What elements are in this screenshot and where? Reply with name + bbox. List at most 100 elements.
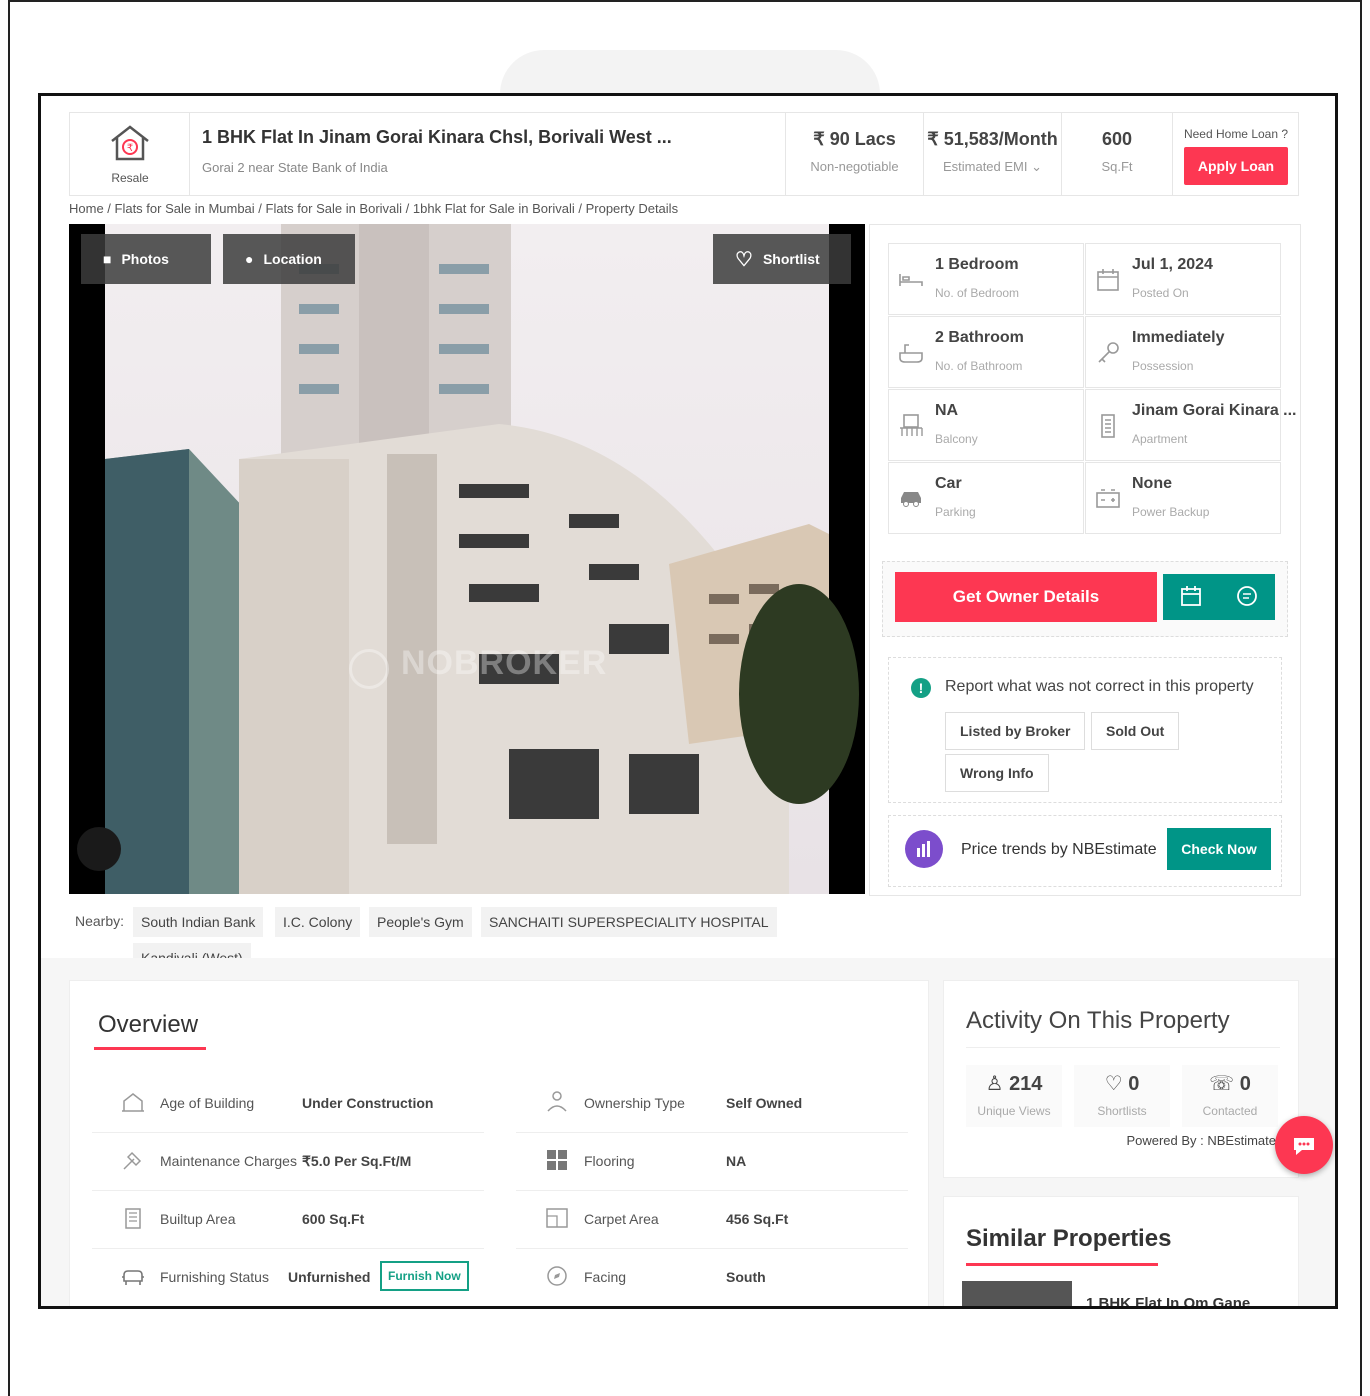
overview-key: Facing xyxy=(584,1269,627,1285)
emi-cell[interactable]: ₹ 51,583/Month Estimated EMI ⌄ xyxy=(924,113,1062,195)
detail-posted: Jul 1, 2024 Posted On xyxy=(1085,243,1281,315)
battery-icon xyxy=(1096,489,1120,508)
bed-icon xyxy=(899,274,923,286)
nearby-chip[interactable]: People's Gym xyxy=(369,907,472,937)
sofa-icon xyxy=(122,1270,144,1285)
heart-icon: ♡ xyxy=(1104,1073,1123,1095)
key-icon xyxy=(1098,342,1119,363)
emi-note-label: Estimated EMI xyxy=(942,159,1028,174)
overview-value: South xyxy=(726,1269,766,1285)
photos-label: Photos xyxy=(121,251,169,267)
overview-value: Unfurnished xyxy=(288,1269,371,1285)
calendar-icon xyxy=(1097,269,1119,291)
contact-actions: Get Owner Details xyxy=(882,561,1288,637)
chevron-down-icon: ⌄ xyxy=(1031,159,1043,174)
chat-icon xyxy=(1237,585,1257,606)
bathroom-value: 2 Bathroom xyxy=(935,329,1024,346)
property-photo[interactable]: NOBROKER ■ Photos ● Location ♡ Shortlist xyxy=(69,224,865,894)
shortlist-button[interactable]: ♡ Shortlist xyxy=(713,234,851,284)
schedule-visit-button[interactable] xyxy=(1163,574,1219,620)
overview-value: Under Construction xyxy=(302,1095,434,1111)
chat-button[interactable] xyxy=(1219,574,1275,620)
overview-key: Maintenance Charges xyxy=(160,1153,297,1169)
building-icon xyxy=(1101,414,1115,438)
similar-title: Similar Properties xyxy=(966,1225,1172,1252)
location-label: Location xyxy=(263,251,322,267)
shortlist-label: Shortlist xyxy=(762,251,820,267)
overview-value: NA xyxy=(726,1153,747,1169)
overview-value: ₹5.0 Per Sq.Ft/M xyxy=(302,1153,412,1169)
power-backup-value: None xyxy=(1132,475,1172,492)
chat-bubble-icon xyxy=(1294,1138,1314,1155)
overview-row: Ownership Type Self Owned xyxy=(516,1075,908,1133)
overview-row: Maintenance Charges ₹5.0 Per Sq.Ft/M xyxy=(92,1133,484,1191)
activity-divider xyxy=(966,1047,1280,1048)
report-wrong-info[interactable]: Wrong Info xyxy=(945,754,1049,792)
report-title: Report what was not correct in this prop… xyxy=(945,678,1254,695)
price-cell: ₹ 90 Lacs Non-negotiable xyxy=(786,113,924,195)
overview-key: Furnishing Status xyxy=(160,1269,269,1285)
check-now-button[interactable]: Check Now xyxy=(1167,828,1271,870)
similar-thumbnail[interactable] xyxy=(962,1281,1072,1306)
emi-value: ₹ 51,583/Month xyxy=(927,129,1058,149)
possession-value: Immediately xyxy=(1132,329,1225,346)
bedroom-label: No. of Bedroom xyxy=(935,286,1020,300)
nearby-label: Nearby: xyxy=(75,913,125,929)
owner-icon xyxy=(547,1091,567,1112)
nearby-chip[interactable]: I.C. Colony xyxy=(275,907,361,937)
area-unit: Sq.Ft xyxy=(1101,159,1133,174)
detail-bathroom: 2 Bathroom No. of Bathroom xyxy=(888,316,1084,388)
breadcrumb[interactable]: Home / Flats for Sale in Mumbai / Flats … xyxy=(69,201,678,216)
similar-properties-section: Similar Properties 1 BHK Flat In Om Gane xyxy=(943,1196,1299,1306)
report-listed-by-broker[interactable]: Listed by Broker xyxy=(945,712,1086,750)
balcony-label: Balcony xyxy=(935,432,978,446)
area-cell: 600 Sq.Ft xyxy=(1062,113,1173,195)
get-owner-details-button[interactable]: Get Owner Details xyxy=(895,572,1157,622)
stat-unique-views: ♙ 214 Unique Views xyxy=(966,1065,1062,1127)
price-trends-text: Price trends by NBEstimate xyxy=(961,841,1157,858)
location-button[interactable]: ● Location xyxy=(223,234,355,284)
compass-icon xyxy=(547,1266,567,1286)
overview-value: 600 Sq.Ft xyxy=(302,1211,365,1227)
nbestimate-chart-icon xyxy=(905,830,943,868)
activity-title: Activity On This Property xyxy=(966,1007,1230,1034)
parking-label: Parking xyxy=(935,505,976,519)
nearby-chip[interactable]: South Indian Bank xyxy=(133,907,264,937)
title-cell: 1 BHK Flat In Jinam Gorai Kinara Chsl, B… xyxy=(190,113,786,195)
apartment-value: Jinam Gorai Kinara ... xyxy=(1132,402,1297,419)
camera-icon: ■ xyxy=(103,251,112,267)
photos-button[interactable]: ■ Photos xyxy=(81,234,211,284)
detail-apartment: Jinam Gorai Kinara ... Apartment xyxy=(1085,389,1297,461)
possession-label: Possession xyxy=(1132,359,1194,373)
overview-key: Carpet Area xyxy=(584,1211,659,1227)
overview-value: 456 Sq.Ft xyxy=(726,1211,789,1227)
apply-loan-button[interactable]: Apply Loan xyxy=(1184,147,1288,185)
price-value: ₹ 90 Lacs xyxy=(813,129,896,149)
building-age-icon xyxy=(122,1093,144,1112)
stat-value: 0 xyxy=(1239,1073,1251,1095)
details-panel: 1 Bedroom No. of Bedroom Jul 1, 2024 Pos… xyxy=(869,224,1301,896)
report-box: ! Report what was not correct in this pr… xyxy=(888,657,1282,803)
furnish-now-button[interactable]: Furnish Now xyxy=(380,1261,469,1291)
overview-row: Furnishing Status Unfurnished Furnish No… xyxy=(92,1249,484,1306)
chat-fab-button[interactable] xyxy=(1275,1116,1333,1174)
phone-icon: ☏ xyxy=(1209,1073,1235,1095)
maintenance-icon xyxy=(123,1151,142,1170)
overview-row: Carpet Area 456 Sq.Ft xyxy=(516,1191,908,1249)
overview-value: Self Owned xyxy=(726,1095,803,1111)
similar-property-name[interactable]: 1 BHK Flat In Om Gane xyxy=(1086,1295,1250,1306)
stat-shortlists: ♡ 0 Shortlists xyxy=(1074,1065,1170,1127)
resale-badge: ₹ Resale xyxy=(70,113,190,195)
price-note: Non-negotiable xyxy=(810,159,899,174)
similar-underline xyxy=(966,1263,1158,1266)
watermark-logo-icon xyxy=(349,649,389,689)
house-rupee-icon: ₹ xyxy=(111,125,149,161)
emi-note[interactable]: Estimated EMI ⌄ xyxy=(924,159,1061,175)
balcony-value: NA xyxy=(935,402,959,419)
builtup-icon xyxy=(125,1208,141,1229)
nearby-chip[interactable]: SANCHAITI SUPERSPECIALITY HOSPITAL xyxy=(481,907,777,937)
overview-row: Builtup Area 600 Sq.Ft xyxy=(92,1191,484,1249)
report-sold-out[interactable]: Sold Out xyxy=(1091,712,1180,750)
flooring-icon xyxy=(547,1150,567,1170)
stat-label: Shortlists xyxy=(1097,1104,1147,1118)
